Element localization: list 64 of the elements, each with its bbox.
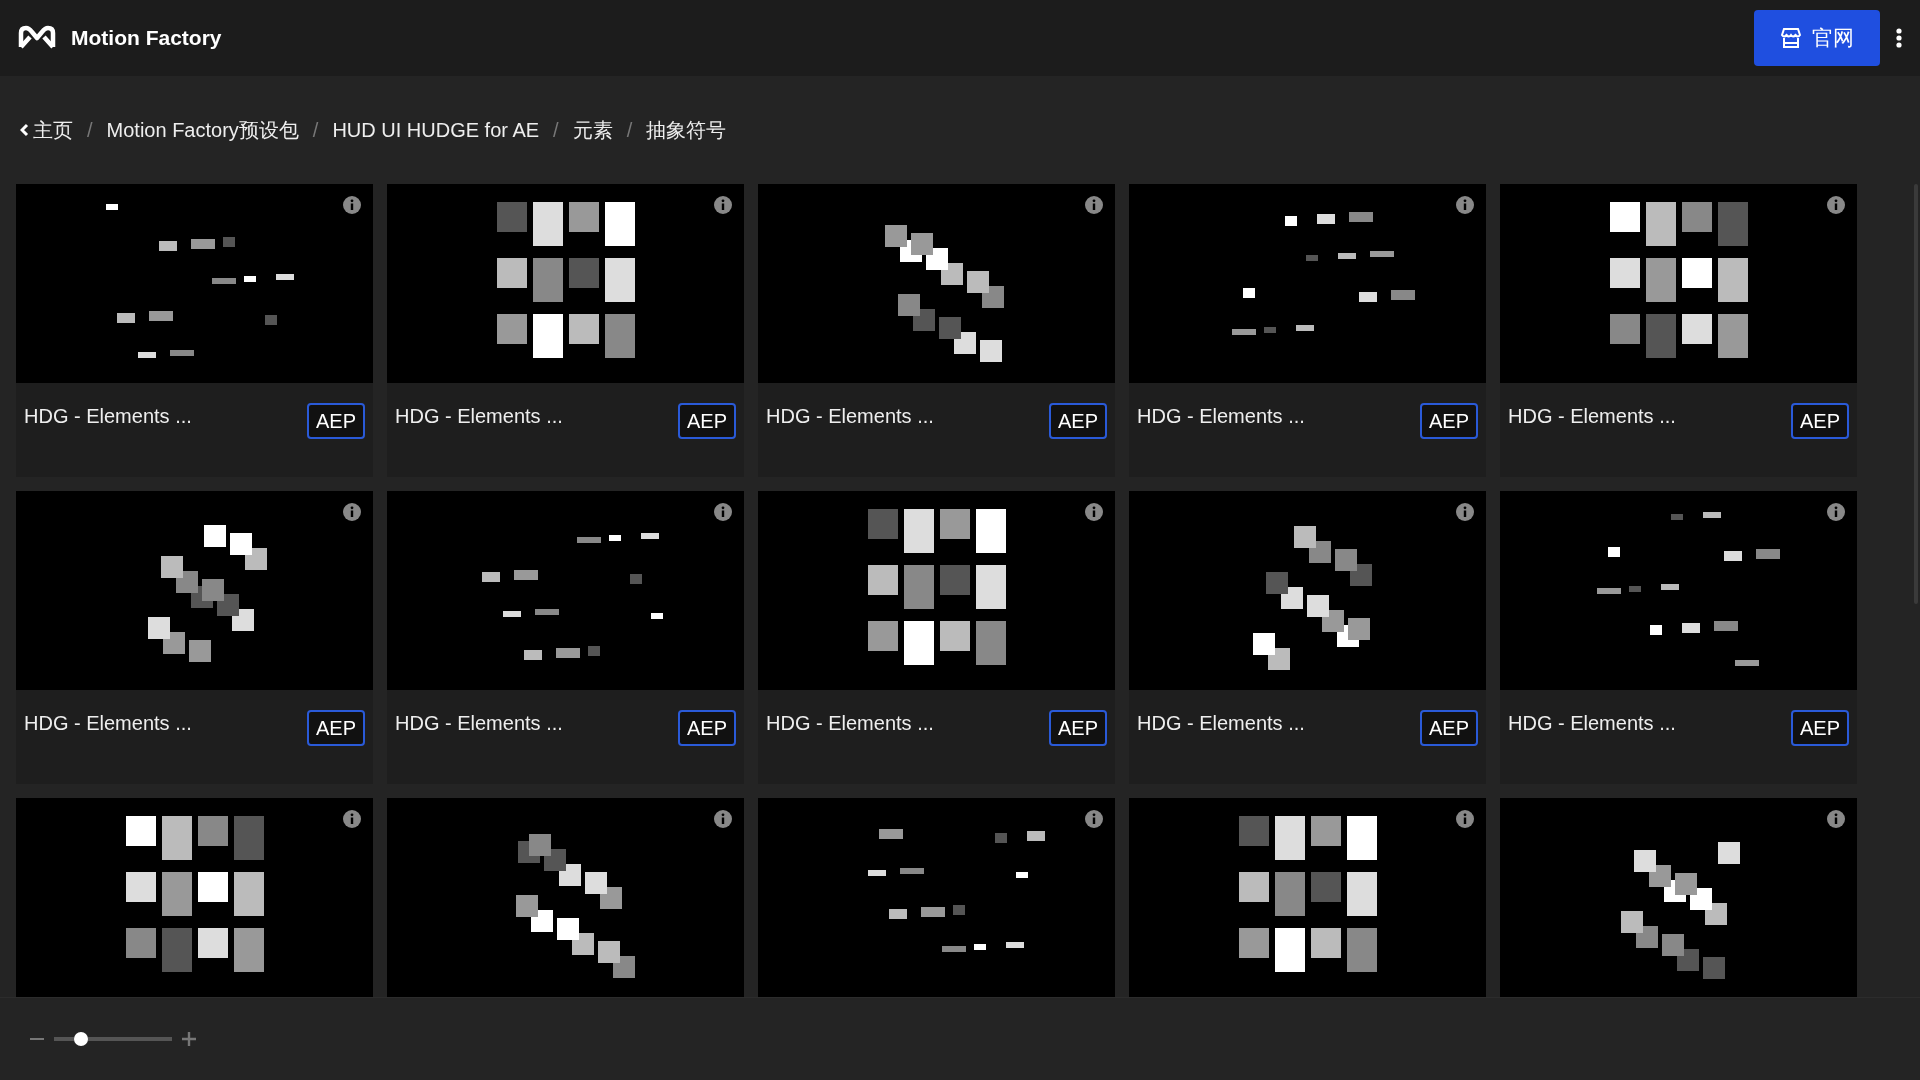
info-icon[interactable] — [1827, 503, 1845, 521]
asset-title: HDG - Elements ... — [1508, 711, 1676, 736]
info-icon[interactable] — [343, 810, 361, 828]
format-badge: AEP — [677, 710, 736, 746]
asset-card[interactable]: HDG - Elements ... AEP — [1129, 184, 1486, 477]
zoom-in-icon[interactable] — [182, 1032, 196, 1046]
asset-title: HDG - Elements ... — [766, 711, 934, 736]
info-icon[interactable] — [1827, 196, 1845, 214]
separator: / — [87, 118, 93, 143]
format-badge: AEP — [677, 403, 736, 439]
breadcrumb-link[interactable]: Motion Factory预设包 — [106, 115, 299, 145]
breadcrumb-link[interactable]: 元素 — [572, 115, 613, 145]
asset-title: HDG - Elements ... — [24, 711, 192, 736]
format-badge: AEP — [1048, 710, 1107, 746]
brand-name: Motion Factory — [71, 25, 222, 52]
format-badge: AEP — [1790, 710, 1849, 746]
asset-card[interactable]: HDG - Elements ... AEP — [16, 184, 373, 477]
info-icon[interactable] — [714, 810, 732, 828]
zoom-slider[interactable] — [54, 1032, 172, 1046]
info-icon[interactable] — [1456, 810, 1474, 828]
info-icon[interactable] — [714, 196, 732, 214]
asset-card[interactable]: HDG - Elements ... AEP — [387, 184, 744, 477]
info-icon[interactable] — [1085, 196, 1103, 214]
format-badge: AEP — [1790, 403, 1849, 439]
home-link[interactable]: 主页 — [20, 115, 73, 145]
slider-thumb[interactable] — [74, 1032, 89, 1046]
info-icon[interactable] — [1085, 503, 1103, 521]
info-icon[interactable] — [1456, 196, 1474, 214]
asset-title: HDG - Elements ... — [24, 404, 192, 429]
asset-card[interactable]: HDG - Elements ... AEP — [1500, 491, 1857, 784]
format-badge: AEP — [306, 710, 365, 746]
zoom-out-icon[interactable] — [30, 1037, 44, 1041]
separator: / — [312, 118, 319, 143]
info-icon[interactable] — [343, 503, 361, 521]
info-icon[interactable] — [343, 196, 361, 214]
breadcrumb-link[interactable]: 抽象符号 — [646, 115, 727, 145]
info-icon[interactable] — [714, 503, 732, 521]
official-site-button[interactable]: 官网 — [1754, 10, 1880, 66]
separator: / — [626, 118, 633, 143]
asset-card[interactable]: HDG - Elements ... AEP — [758, 491, 1115, 784]
more-options-icon[interactable] — [1896, 28, 1902, 48]
info-icon[interactable] — [1456, 503, 1474, 521]
asset-title: HDG - Elements ... — [395, 711, 563, 736]
asset-title: HDG - Elements ... — [395, 404, 563, 429]
store-icon — [1780, 27, 1802, 49]
info-icon[interactable] — [1085, 810, 1103, 828]
format-badge: AEP — [306, 403, 365, 439]
breadcrumb-link[interactable]: HUD UI HUDGE for AE — [332, 115, 540, 145]
asset-card[interactable]: HDG - Elements ... AEP — [387, 491, 744, 784]
asset-title: HDG - Elements ... — [766, 404, 934, 429]
asset-title: HDG - Elements ... — [1137, 404, 1305, 429]
info-icon[interactable] — [1827, 810, 1845, 828]
logo-icon — [18, 25, 56, 51]
asset-card[interactable]: HDG - Elements ... AEP — [758, 184, 1115, 477]
asset-card[interactable]: HDG - Elements ... AEP — [16, 491, 373, 784]
separator: / — [553, 118, 559, 143]
asset-card[interactable]: HDG - Elements ... AEP — [1129, 491, 1486, 784]
format-badge: AEP — [1419, 710, 1478, 746]
format-badge: AEP — [1048, 403, 1107, 439]
back-icon — [20, 123, 29, 137]
asset-title: HDG - Elements ... — [1137, 711, 1305, 736]
asset-card[interactable]: HDG - Elements ... AEP — [1500, 184, 1857, 477]
asset-title: HDG - Elements ... — [1508, 404, 1676, 429]
format-badge: AEP — [1419, 403, 1478, 439]
